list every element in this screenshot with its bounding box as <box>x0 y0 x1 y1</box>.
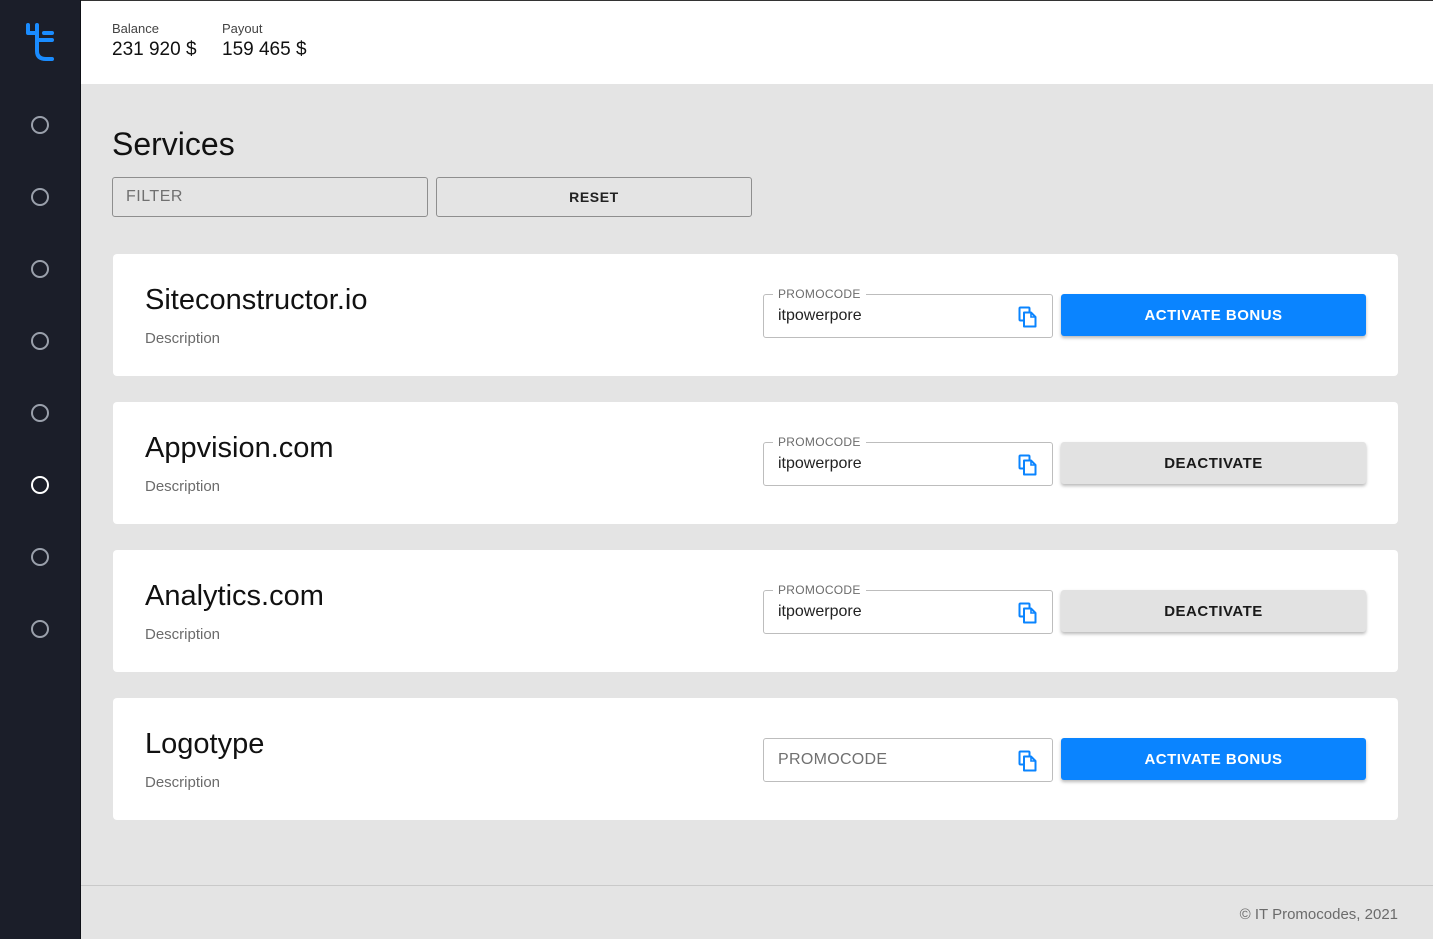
deactivate-button[interactable]: DEACTIVATE <box>1061 442 1366 484</box>
nav-item-3[interactable] <box>31 260 49 278</box>
service-description: Description <box>145 626 221 643</box>
copy-icon[interactable] <box>1018 306 1038 328</box>
page-title: Services <box>112 126 235 162</box>
nav-item-7[interactable] <box>31 548 49 566</box>
balance-label: Balance <box>112 21 159 36</box>
promocode-value[interactable]: itpowerpore <box>778 307 862 325</box>
service-name: Siteconstructor.io <box>145 284 368 316</box>
activate-bonus-button[interactable]: ACTIVATE BONUS <box>1061 294 1366 336</box>
promocode-label: PROMOCODE <box>773 583 866 597</box>
copy-icon[interactable] <box>1018 602 1038 624</box>
nav-item-1[interactable] <box>31 116 49 134</box>
top-header: Balance 231 920 $ Payout 159 465 $ <box>81 0 1433 84</box>
promocode-value[interactable]: itpowerpore <box>778 455 862 473</box>
service-card: Siteconstructor.io Description PROMOCODE… <box>113 254 1398 376</box>
service-description: Description <box>145 478 221 495</box>
payout-stat: Payout 159 465 $ <box>222 21 307 61</box>
promocode-field[interactable]: PROMOCODE itpowerpore <box>763 583 1053 634</box>
nav-item-5[interactable] <box>31 404 49 422</box>
service-description: Description <box>145 330 221 347</box>
service-card: Appvision.com Description PROMOCODE itpo… <box>113 402 1398 524</box>
balance-stat: Balance 231 920 $ <box>112 21 197 61</box>
balance-value: 231 920 $ <box>112 39 197 60</box>
service-card: Logotype Description PROMOCODE ACTIVATE … <box>113 698 1398 820</box>
sidebar <box>0 0 81 939</box>
service-name: Appvision.com <box>145 432 334 464</box>
copy-icon[interactable] <box>1018 750 1038 772</box>
nav-item-4[interactable] <box>31 332 49 350</box>
copy-icon[interactable] <box>1018 454 1038 476</box>
nav-item-6[interactable] <box>31 476 49 494</box>
payout-value: 159 465 $ <box>222 39 307 60</box>
promocode-placeholder[interactable]: PROMOCODE <box>778 751 887 769</box>
promocode-value[interactable]: itpowerpore <box>778 603 862 621</box>
nav-item-2[interactable] <box>31 188 49 206</box>
service-card: Analytics.com Description PROMOCODE itpo… <box>113 550 1398 672</box>
promocode-label: PROMOCODE <box>773 287 866 301</box>
activate-bonus-button[interactable]: ACTIVATE BONUS <box>1061 738 1366 780</box>
promocode-field[interactable]: PROMOCODE itpowerpore <box>763 287 1053 338</box>
t-logo-icon[interactable] <box>24 21 56 63</box>
service-name: Analytics.com <box>145 580 324 612</box>
promocode-label: PROMOCODE <box>773 435 866 449</box>
promocode-field[interactable]: PROMOCODE itpowerpore <box>763 435 1053 486</box>
footer-copyright: © IT Promocodes, 2021 <box>1239 906 1398 923</box>
footer-divider <box>81 885 1433 886</box>
nav-item-8[interactable] <box>31 620 49 638</box>
promocode-input[interactable]: PROMOCODE <box>763 738 1053 782</box>
payout-label: Payout <box>222 21 263 36</box>
service-name: Logotype <box>145 728 265 760</box>
deactivate-button[interactable]: DEACTIVATE <box>1061 590 1366 632</box>
filter-input[interactable] <box>112 177 428 217</box>
service-description: Description <box>145 774 221 791</box>
reset-button[interactable]: RESET <box>436 177 752 217</box>
